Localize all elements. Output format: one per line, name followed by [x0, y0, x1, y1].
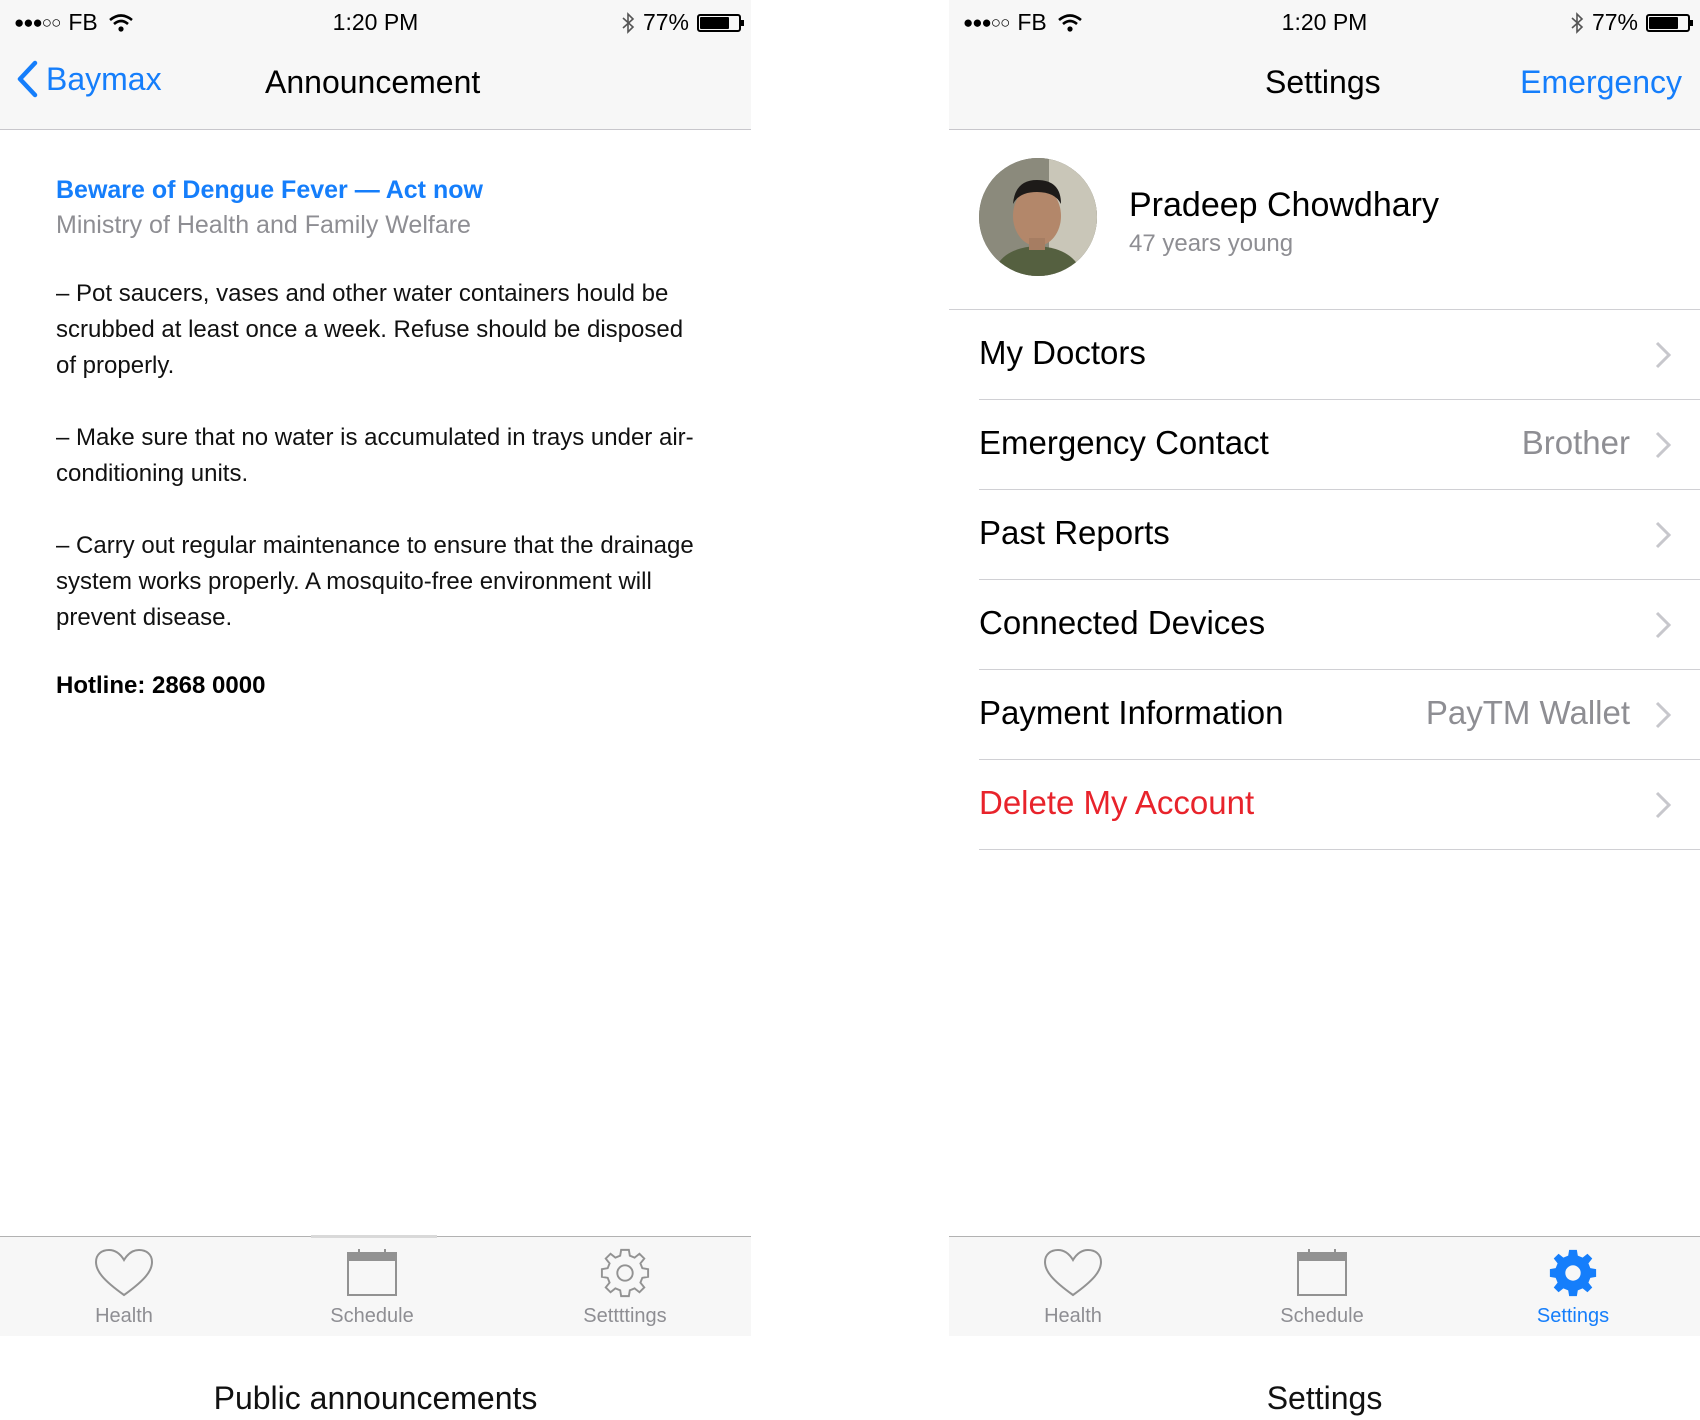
profile-subtitle: 47 years young	[1129, 230, 1294, 257]
tab-health[interactable]: Health	[44, 1247, 204, 1328]
heart-icon	[1043, 1248, 1103, 1297]
hotline-number[interactable]: Hotline: 2868 0000	[56, 672, 696, 700]
status-bar: ●●●○○ FB 1:20 PM 77%	[949, 0, 1700, 44]
tab-bar: Health Schedule Settttings	[0, 1235, 751, 1336]
tab-label: Settttings	[583, 1305, 667, 1327]
tab-settings[interactable]: Settings	[1493, 1247, 1653, 1328]
settings-list: My Doctors Emergency Contact Brother Pas…	[949, 310, 1700, 850]
row-label: Payment Information	[979, 694, 1284, 731]
profile-name: Pradeep Chowdhary	[1129, 186, 1439, 224]
settings-screen: ●●●○○ FB 1:20 PM 77% Settings Emergency	[949, 0, 1700, 1340]
tab-label: Settings	[1536, 1305, 1610, 1327]
row-payment-information[interactable]: Payment Information PayTM Wallet	[979, 670, 1700, 760]
calendar-icon	[1297, 1249, 1347, 1296]
tab-settings[interactable]: Settttings	[545, 1247, 705, 1328]
gear-outline-icon	[600, 1248, 650, 1298]
page-title: Settings	[1265, 64, 1381, 100]
tab-label: Schedule	[330, 1305, 414, 1327]
announcement-body: Beware of Dengue Fever — Act now Ministr…	[56, 176, 696, 700]
chevron-right-icon	[1655, 791, 1672, 819]
row-delete-account[interactable]: Delete My Account	[979, 760, 1700, 850]
chevron-right-icon	[1655, 521, 1672, 549]
battery-icon	[1646, 13, 1693, 32]
gear-filled-icon	[1549, 1249, 1597, 1297]
row-my-doctors[interactable]: My Doctors	[979, 310, 1700, 400]
announcement-paragraph: – Pot saucers, vases and other water con…	[56, 280, 684, 379]
tab-schedule[interactable]: Schedule	[292, 1247, 452, 1328]
row-label: Connected Devices	[979, 604, 1266, 641]
tab-label: Health	[1044, 1305, 1102, 1327]
row-label: Delete My Account	[979, 784, 1255, 821]
heart-icon	[94, 1248, 154, 1297]
status-bar: ●●●○○ FB 1:20 PM 77%	[0, 0, 751, 44]
page-title: Announcement	[265, 64, 481, 100]
calendar-icon	[347, 1249, 397, 1296]
battery-icon	[697, 13, 744, 32]
row-connected-devices[interactable]: Connected Devices	[979, 580, 1700, 670]
chevron-right-icon	[1655, 611, 1672, 639]
announcement-title[interactable]: Beware of Dengue Fever — Act now	[56, 176, 696, 205]
screen-caption: Public announcements	[213, 1380, 538, 1416]
row-emergency-contact[interactable]: Emergency Contact Brother	[979, 400, 1700, 490]
chevron-right-icon	[1655, 701, 1672, 729]
chevron-right-icon	[1655, 341, 1672, 369]
tab-health[interactable]: Health	[993, 1247, 1153, 1328]
chevron-left-icon	[17, 60, 38, 98]
back-button-label: Baymax	[46, 60, 162, 97]
tab-schedule[interactable]: Schedule	[1242, 1247, 1402, 1328]
bluetooth-icon	[622, 11, 635, 34]
navigation-bar: Baymax Announcement	[0, 44, 751, 130]
navigation-bar: Settings Emergency	[949, 44, 1700, 130]
tab-label: Health	[95, 1305, 153, 1327]
avatar	[979, 158, 1097, 276]
chevron-right-icon	[1655, 431, 1672, 459]
tab-indicator	[311, 1235, 437, 1238]
tab-bar: Health Schedule Settings	[949, 1236, 1700, 1336]
row-value: PayTM Wallet	[1425, 694, 1630, 731]
battery-percent: 77%	[1591, 9, 1638, 35]
emergency-button[interactable]: Emergency	[1520, 64, 1682, 101]
bluetooth-icon	[1571, 11, 1584, 34]
tab-label: Schedule	[1280, 1305, 1364, 1327]
back-button[interactable]: Baymax	[16, 60, 162, 98]
row-past-reports[interactable]: Past Reports	[979, 490, 1700, 580]
row-label: My Doctors	[979, 334, 1146, 371]
row-label: Emergency Contact	[979, 424, 1269, 461]
row-value: Brother	[1521, 424, 1630, 461]
row-label: Past Reports	[979, 514, 1170, 551]
battery-percent: 77%	[642, 9, 689, 35]
announcement-paragraph: – Make sure that no water is accumulated…	[56, 424, 694, 487]
screen-caption: Settings	[1266, 1380, 1383, 1416]
announcement-paragraph: – Carry out regular maintenance to ensur…	[56, 532, 694, 631]
announcement-source: Ministry of Health and Family Welfare	[56, 211, 471, 239]
announcement-screen: ●●●○○ FB 1:20 PM 77% Baymax Announcement	[0, 0, 751, 1340]
profile-header[interactable]: Pradeep Chowdhary 47 years young	[949, 130, 1700, 310]
